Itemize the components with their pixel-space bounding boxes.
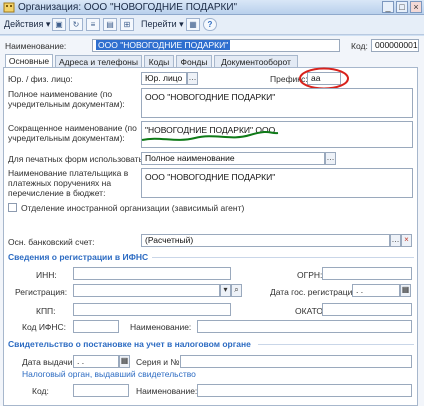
kpp-label: КПП: [36,306,56,316]
okato-field[interactable] [322,303,412,316]
print-forms-label: Для печатных форм использовать: [8,154,146,164]
code-field[interactable]: 000000001 [371,39,419,52]
history-icon[interactable]: ▦ [186,18,200,31]
issuer-label: Налоговый орган, выдавший свидетельство [22,369,196,379]
toolbar: Действия ▾ ▣ ↻ ≡ ▤ ⊞ Перейти ▾ ▦ ? [0,15,424,35]
payer-name-field[interactable]: ООО "НОВОГОДНИЕ ПОДАРКИ" [141,168,413,198]
bank-account-label: Осн. банковский счет: [8,237,95,247]
structure-icon[interactable]: ⊞ [120,18,134,31]
inn-label: ИНН: [36,270,57,280]
issuer-name-label: Наименование: [136,386,198,396]
print-forms-field[interactable]: Полное наименование [141,152,325,165]
help-button[interactable]: ? [203,18,217,31]
registration-field[interactable] [73,284,220,297]
issuer-code-field[interactable] [73,384,129,397]
ogrn-field[interactable] [322,267,412,280]
organization-icon [3,2,15,13]
ifns-section-title: Сведения о регистрации в ИФНС [8,252,149,262]
series-number-label: Серия и №: [136,357,182,367]
full-name-label: Полное наименование (по учредительным до… [8,89,125,109]
ifns-code-label: Код ИФНС: [22,322,67,332]
entity-type-field[interactable]: Юр. лицо [141,72,187,85]
name-field-value: ООО "НОВОГОДНИЕ ПОДАРКИ" [96,40,231,50]
kpp-field[interactable] [73,303,231,316]
issuer-name-field[interactable] [197,384,412,397]
issuer-code-label: Код: [32,386,49,396]
certificate-section-divider [258,344,414,345]
certificate-section-title: Свидетельство о постановке на учет в нал… [8,339,251,349]
window-title: Организация: ООО "НОВОГОДНИЕ ПОДАРКИ" [18,2,238,13]
okato-label: ОКАТО: [295,306,326,316]
entity-type-label: Юр. / физ. лицо: [8,74,73,84]
refresh-icon[interactable]: ↻ [69,18,83,31]
ogrn-label: ОГРН: [297,270,323,280]
ifns-name-field[interactable] [197,320,412,333]
calendar-icon[interactable]: ▦ [400,284,411,297]
ifns-name-label: Наименование: [130,322,192,332]
search-icon[interactable]: ⌕ [231,284,242,297]
short-name-label: Сокращенное наименование (по учредительн… [8,123,137,143]
reg-date-label: Дата гос. регистрации: [270,287,360,297]
ifns-code-field[interactable] [73,320,119,333]
minimize-button[interactable]: _ [382,1,394,13]
registration-dropdown-button[interactable]: ▾ [220,284,231,297]
foreign-branch-checkbox[interactable] [8,203,17,212]
issue-date-label: Дата выдачи: [22,357,75,367]
bank-account-field[interactable]: (Расчетный) [141,234,390,247]
foreign-branch-label: Отделение иностранной организации (завис… [21,203,245,213]
issue-calendar-icon[interactable]: ▦ [119,355,130,368]
bank-account-select-button[interactable]: … [390,234,401,247]
issue-date-field[interactable]: . . [73,355,119,368]
goto-menu[interactable]: Перейти ▾ [141,19,184,30]
series-number-field[interactable] [180,355,412,368]
list-icon[interactable]: ≡ [86,18,100,31]
payer-name-label: Наименование плательщика в платежных пор… [8,168,129,198]
entity-type-select-button[interactable]: … [187,72,198,85]
ifns-section-divider [152,257,414,258]
registration-label: Регистрация: [15,287,68,297]
name-label: Наименование: [5,41,67,51]
bank-account-clear-button[interactable]: × [401,234,412,247]
tab-main[interactable]: Основные [5,54,53,68]
title-bar: Организация: ООО "НОВОГОДНИЕ ПОДАРКИ" _ … [0,0,424,15]
properties-icon[interactable]: ▤ [103,18,117,31]
close-button[interactable]: × [410,1,422,13]
reg-date-field[interactable]: . . [352,284,400,297]
print-forms-select-button[interactable]: … [325,152,336,165]
full-name-field[interactable]: ООО "НОВОГОДНИЕ ПОДАРКИ" [141,88,413,118]
save-icon[interactable]: ▣ [52,18,66,31]
actions-menu[interactable]: Действия ▾ [4,19,50,30]
name-field[interactable]: ООО "НОВОГОДНИЕ ПОДАРКИ" [92,39,340,52]
code-label: Код: [351,41,368,51]
green-annotation-underline [141,130,279,141]
inn-field[interactable] [73,267,231,280]
maximize-button[interactable]: □ [396,1,408,13]
